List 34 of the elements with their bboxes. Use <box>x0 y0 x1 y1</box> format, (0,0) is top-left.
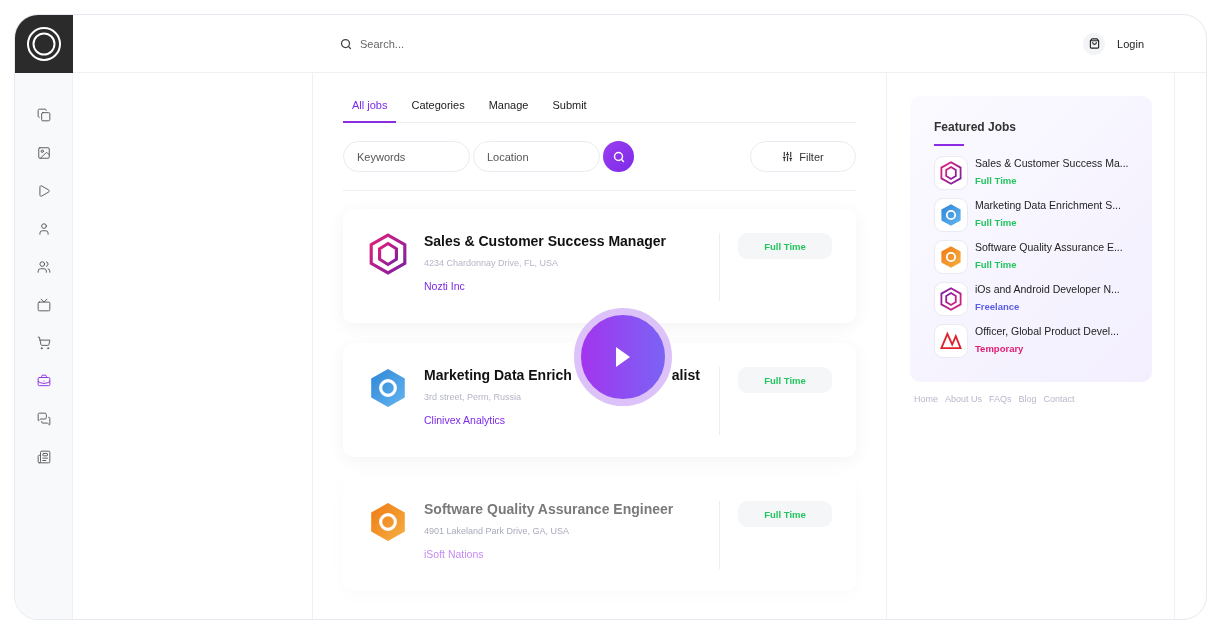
job-title: Sales & Customer Success Manager <box>424 233 666 249</box>
job-type-label: Full Time <box>975 217 1018 228</box>
login-link[interactable]: Login <box>1117 37 1144 50</box>
job-title: alist <box>671 367 700 383</box>
tab[interactable]: All jobs <box>343 91 397 123</box>
job-address: 3rd street, Perm, Russia <box>424 392 523 402</box>
featured-job-title[interactable]: Marketing Data Enrichment S... <box>975 199 1121 211</box>
job-type-tag: Full Time <box>738 367 832 393</box>
job-address: 4901 Lakeland Park Drive, GA, USA <box>424 526 571 536</box>
featured-jobs-title: Featured Jobs <box>934 120 1018 134</box>
job-address: 4234 Chardonnay Drive, FL, USA <box>424 258 560 268</box>
featured-job-title[interactable]: Officer, Global Product Devel... <box>975 325 1119 337</box>
location-field[interactable]: Location <box>473 141 600 172</box>
filter-button[interactable]: Filter <box>750 141 856 172</box>
tab[interactable]: Categories <box>402 91 474 123</box>
company-link[interactable]: Nozti Inc <box>424 280 719 292</box>
job-title: Software Quality Assurance Engineer <box>424 501 674 517</box>
job-type-label: Full Time <box>975 259 1018 270</box>
featured-job-title[interactable]: Software Quality Assurance E... <box>975 241 1123 253</box>
company-link[interactable]: Clinivex Analytics <box>424 414 719 426</box>
job-card[interactable]: Sales & Customer Success Manager 4234 Chardonnay Drive, FL, USA Nozti Inc Full Time <box>343 209 856 323</box>
job-card[interactable]: Marketing Data Enrich alist 3rd street, Perm, Russia Clinivex Analytics Full Time <box>343 343 856 457</box>
tab[interactable]: Manage <box>479 91 538 123</box>
job-type-label: Temporary <box>975 343 1025 354</box>
job-type-tag: Full Time <box>738 233 832 259</box>
featured-job-title[interactable]: Sales & Customer Success Ma... <box>975 157 1129 169</box>
keywords-field[interactable]: Keywords <box>343 141 470 172</box>
job-type-label: Freelance <box>975 301 1021 312</box>
job-type-tag: Full Time <box>738 501 832 527</box>
featured-job-title[interactable]: iOs and Android Developer N... <box>975 283 1120 295</box>
job-title: Marketing Data Enrich <box>424 367 572 383</box>
job-type-label: Full Time <box>975 175 1018 186</box>
tab[interactable]: Submit <box>543 91 596 123</box>
search-field[interactable]: Search... <box>358 36 558 51</box>
